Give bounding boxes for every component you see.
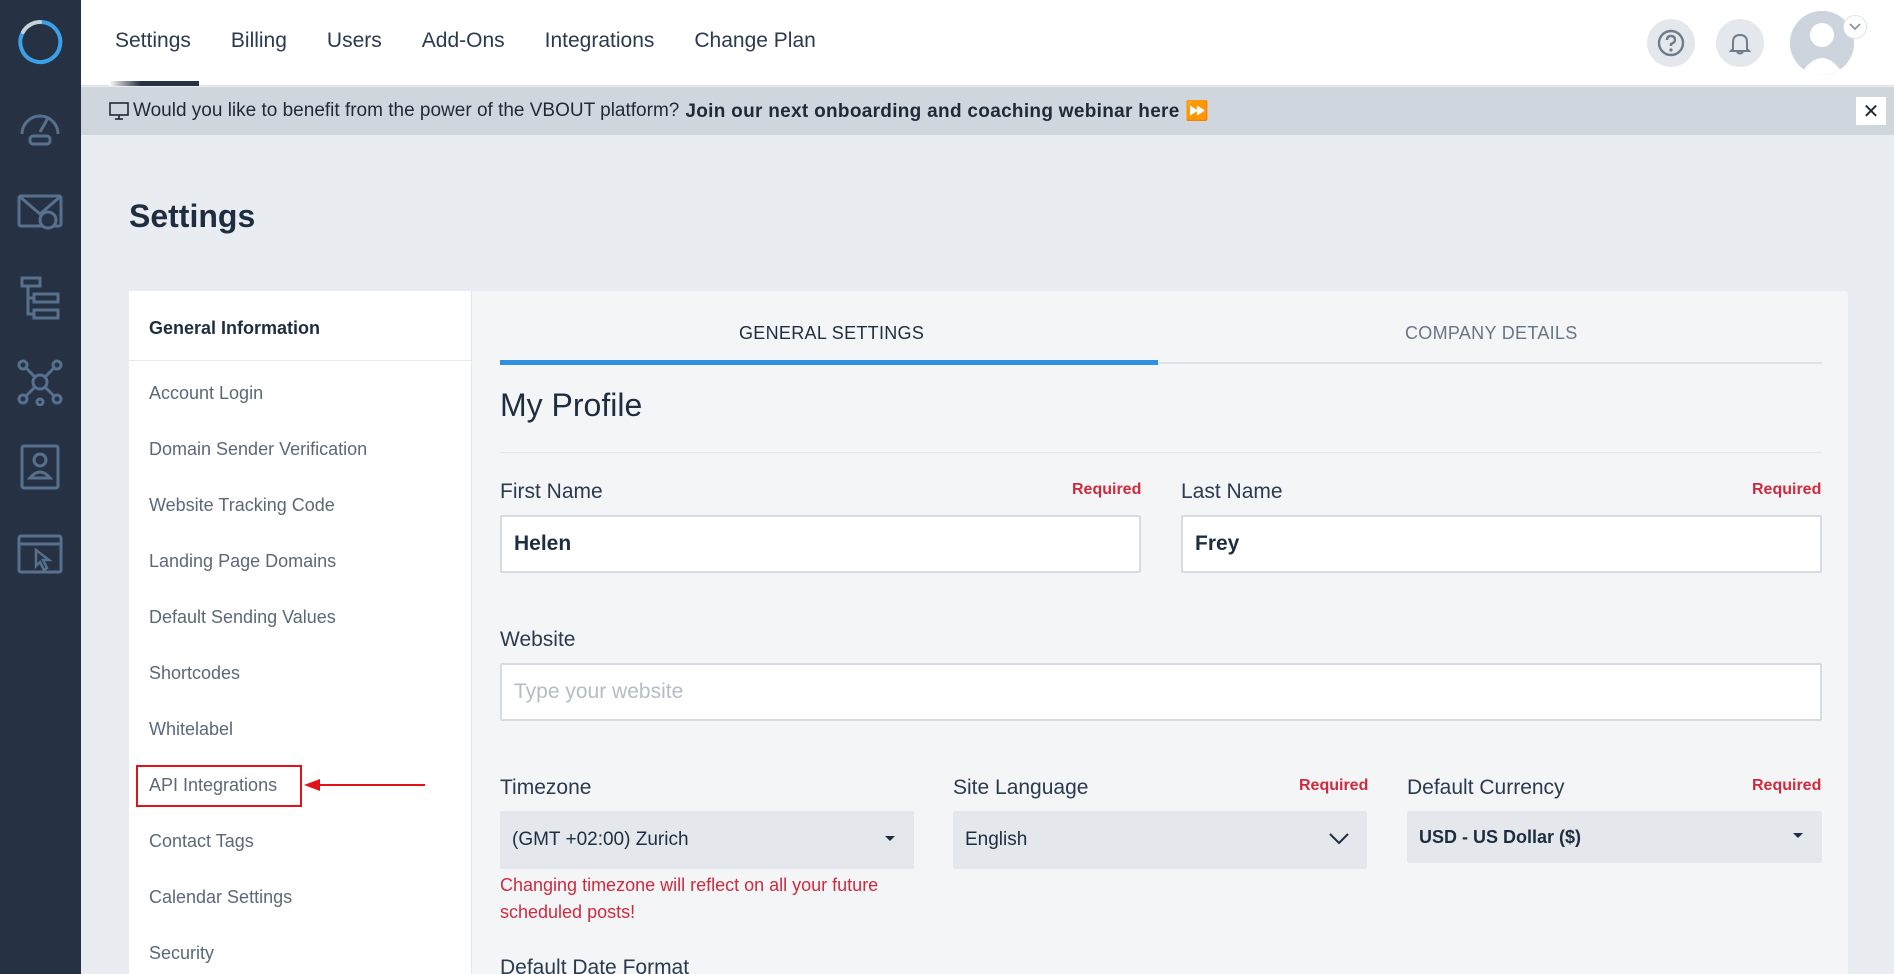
default-currency-select[interactable]: USD - US Dollar ($)	[1407, 811, 1822, 863]
sidebar-item-whitelabel[interactable]: Whitelabel	[149, 719, 233, 740]
caret-down-icon	[885, 836, 895, 841]
default-currency-required: Required	[1752, 777, 1822, 794]
chevron-down-icon	[1329, 833, 1349, 845]
tab-general-settings[interactable]: GENERAL SETTINGS	[739, 323, 924, 344]
left-rail	[0, 0, 81, 974]
nav-tab-billing[interactable]: Billing	[231, 0, 287, 86]
nav-tab-change-plan[interactable]: Change Plan	[694, 0, 815, 86]
settings-tabs: GENERAL SETTINGS COMPANY DETAILS	[500, 291, 1822, 365]
first-name-field[interactable]: Helen	[500, 515, 1141, 573]
timezone-label: Timezone	[500, 776, 592, 799]
settings-card: General Information Account Login Domain…	[129, 291, 1848, 974]
nav-tab-settings[interactable]: Settings	[109, 0, 199, 86]
sidebar-item-domain-sender-verification[interactable]: Domain Sender Verification	[149, 439, 367, 460]
contacts-icon[interactable]	[16, 442, 64, 490]
sidebar-item-account-login[interactable]: Account Login	[149, 383, 263, 404]
api-integrations-highlight	[136, 765, 302, 807]
first-name-required: Required	[1072, 481, 1142, 498]
default-date-format-label: Default Date Format	[500, 956, 690, 974]
nav-tab-add-ons[interactable]: Add-Ons	[422, 0, 505, 86]
banner-close-button[interactable]: ✕	[1856, 97, 1886, 125]
section-divider	[500, 452, 1822, 453]
site-language-select[interactable]: English	[953, 811, 1367, 869]
sidebar-item-shortcodes[interactable]: Shortcodes	[149, 663, 240, 684]
settings-sidebar: General Information Account Login Domain…	[129, 291, 472, 974]
active-tab-indicator	[500, 360, 1158, 365]
banner-webinar-link[interactable]: Join our next onboarding and coaching we…	[685, 99, 1209, 123]
annotation-arrow-icon	[304, 779, 425, 791]
nav-tab-users[interactable]: Users	[327, 0, 382, 86]
top-bar: Settings Billing Users Add-Ons Integrati…	[81, 0, 1894, 86]
website-label: Website	[500, 628, 576, 651]
chevron-down-icon	[1849, 23, 1861, 31]
sidebar-item-landing-page-domains[interactable]: Landing Page Domains	[149, 551, 336, 572]
timezone-select[interactable]: (GMT +02:00) Zurich	[500, 811, 914, 869]
landing-page-icon[interactable]	[16, 530, 64, 578]
page-title: Settings	[129, 198, 256, 234]
site-language-required: Required	[1299, 777, 1369, 794]
sidebar-item-website-tracking-code[interactable]: Website Tracking Code	[149, 495, 335, 516]
account-menu-button[interactable]	[1843, 15, 1867, 39]
monitor-icon	[109, 102, 129, 120]
sidebar-item-security[interactable]: Security	[149, 943, 214, 964]
first-name-label: First Name	[500, 480, 603, 503]
notifications-button[interactable]	[1716, 19, 1764, 67]
bell-icon	[1729, 33, 1751, 55]
caret-down-icon	[1793, 833, 1803, 838]
timezone-warning: Changing timezone will reflect on all yo…	[500, 875, 879, 922]
nav-tab-integrations[interactable]: Integrations	[545, 0, 655, 86]
onboarding-banner: Would you like to benefit from the power…	[81, 87, 1894, 135]
timezone-value: (GMT +02:00) Zurich	[512, 829, 689, 850]
site-language-value: English	[965, 829, 1028, 850]
sidebar-heading: General Information	[129, 291, 471, 361]
sidebar-item-default-sending-values[interactable]: Default Sending Values	[149, 607, 336, 628]
site-language-label: Site Language	[953, 776, 1089, 799]
social-network-icon[interactable]	[16, 358, 64, 406]
last-name-label: Last Name	[1181, 480, 1283, 503]
email-icon[interactable]	[16, 188, 64, 236]
website-field[interactable]: Type your website	[500, 663, 1822, 721]
top-nav: Settings Billing Users Add-Ons Integrati…	[109, 0, 856, 86]
help-button[interactable]	[1647, 19, 1695, 67]
last-name-required: Required	[1752, 481, 1822, 498]
tab-company-details[interactable]: COMPANY DETAILS	[1405, 323, 1578, 344]
sidebar-item-contact-tags[interactable]: Contact Tags	[149, 831, 254, 852]
logo-icon[interactable]	[16, 18, 64, 66]
dashboard-icon[interactable]	[16, 102, 64, 150]
help-icon	[1657, 29, 1685, 57]
last-name-field[interactable]: Frey	[1181, 515, 1822, 573]
default-currency-value: USD - US Dollar ($)	[1419, 826, 1582, 847]
section-title: My Profile	[500, 387, 643, 423]
sidebar-item-calendar-settings[interactable]: Calendar Settings	[149, 887, 292, 908]
banner-text: Would you like to benefit from the power…	[133, 100, 680, 121]
default-currency-label: Default Currency	[1407, 776, 1565, 799]
automation-icon[interactable]	[16, 274, 64, 322]
